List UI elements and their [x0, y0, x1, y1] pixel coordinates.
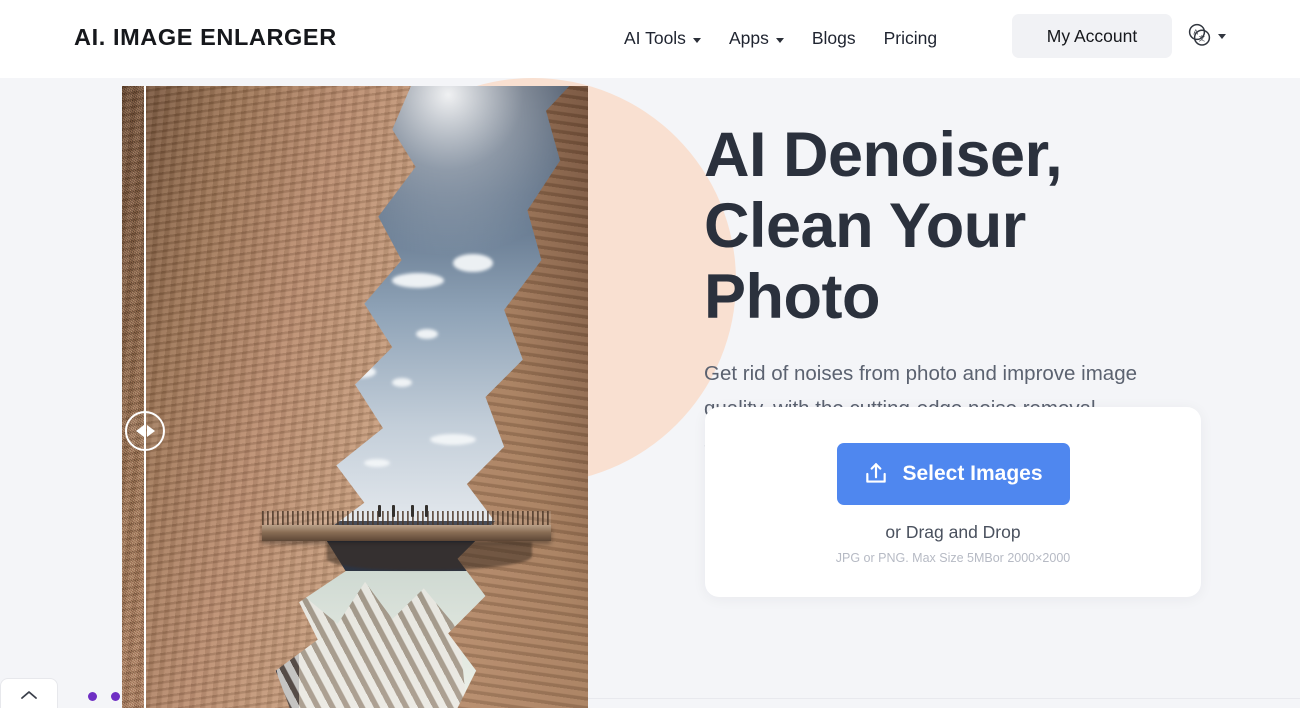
language-switcher[interactable]: A 文: [1186, 22, 1226, 48]
chevron-down-icon: [775, 38, 784, 43]
cloud: [415, 328, 438, 339]
upload-dropzone-card[interactable]: Select Images or Drag and Drop JPG or PN…: [705, 407, 1201, 597]
drag-and-drop-hint: or Drag and Drop: [885, 522, 1021, 542]
nav-item-blogs[interactable]: Blogs: [798, 22, 870, 56]
after-image-scene: [122, 86, 588, 708]
upload-icon: [866, 463, 887, 483]
section-divider: [588, 698, 1300, 699]
nav-label: AI Tools: [624, 28, 686, 49]
site-logo[interactable]: AI. IMAGE ENLARGER: [74, 24, 337, 51]
select-images-button[interactable]: Select Images: [836, 443, 1070, 505]
arrow-right-icon: [146, 425, 155, 437]
scroll-to-top-button[interactable]: [0, 678, 58, 708]
person-on-bridge: [424, 504, 428, 517]
cloud: [452, 253, 493, 272]
bridge-shadow: [327, 541, 533, 570]
chevron-down-icon: [692, 38, 701, 43]
page-root: AI. IMAGE ENLARGER AI Tools Apps Blogs P…: [0, 0, 1300, 708]
nav-label: Pricing: [883, 28, 938, 49]
person-on-bridge: [410, 504, 414, 517]
before-after-comparison-image[interactable]: [122, 86, 588, 708]
page-title: AI Denoiser, Clean Your Photo: [704, 120, 1063, 332]
my-account-button[interactable]: My Account: [1012, 14, 1172, 58]
comparison-slider-line[interactable]: [125, 86, 165, 708]
svg-text:文: 文: [1199, 34, 1206, 43]
nav-item-apps[interactable]: Apps: [715, 22, 798, 56]
person-on-bridge: [378, 504, 382, 517]
before-image-half: [122, 86, 144, 708]
main-navigation: AI Tools Apps Blogs Pricing: [610, 0, 951, 78]
image-noise-overlay: [122, 86, 144, 708]
chevron-down-icon: [1218, 34, 1226, 39]
translate-icon: A 文: [1188, 23, 1211, 46]
walkway-bridge: [261, 524, 551, 541]
nav-item-ai-tools[interactable]: AI Tools: [610, 22, 715, 56]
bridge-railing: [261, 511, 551, 526]
carousel-dot[interactable]: [111, 692, 120, 701]
cloud: [392, 272, 445, 288]
carousel-dot[interactable]: [88, 692, 97, 701]
person-on-bridge: [392, 504, 396, 517]
select-images-label: Select Images: [902, 462, 1043, 485]
site-header: AI. IMAGE ENLARGER AI Tools Apps Blogs P…: [0, 0, 1300, 78]
nav-label: Blogs: [811, 28, 856, 49]
arrow-left-icon: [135, 425, 144, 437]
nav-label: Apps: [728, 28, 769, 49]
nav-item-pricing[interactable]: Pricing: [870, 22, 952, 56]
file-limits-hint: JPG or PNG. Max Size 5MBor 2000×2000: [835, 551, 1071, 565]
carousel-pagination: [88, 692, 120, 701]
comparison-slider-handle[interactable]: [125, 411, 165, 451]
chevron-up-icon: [21, 691, 37, 699]
